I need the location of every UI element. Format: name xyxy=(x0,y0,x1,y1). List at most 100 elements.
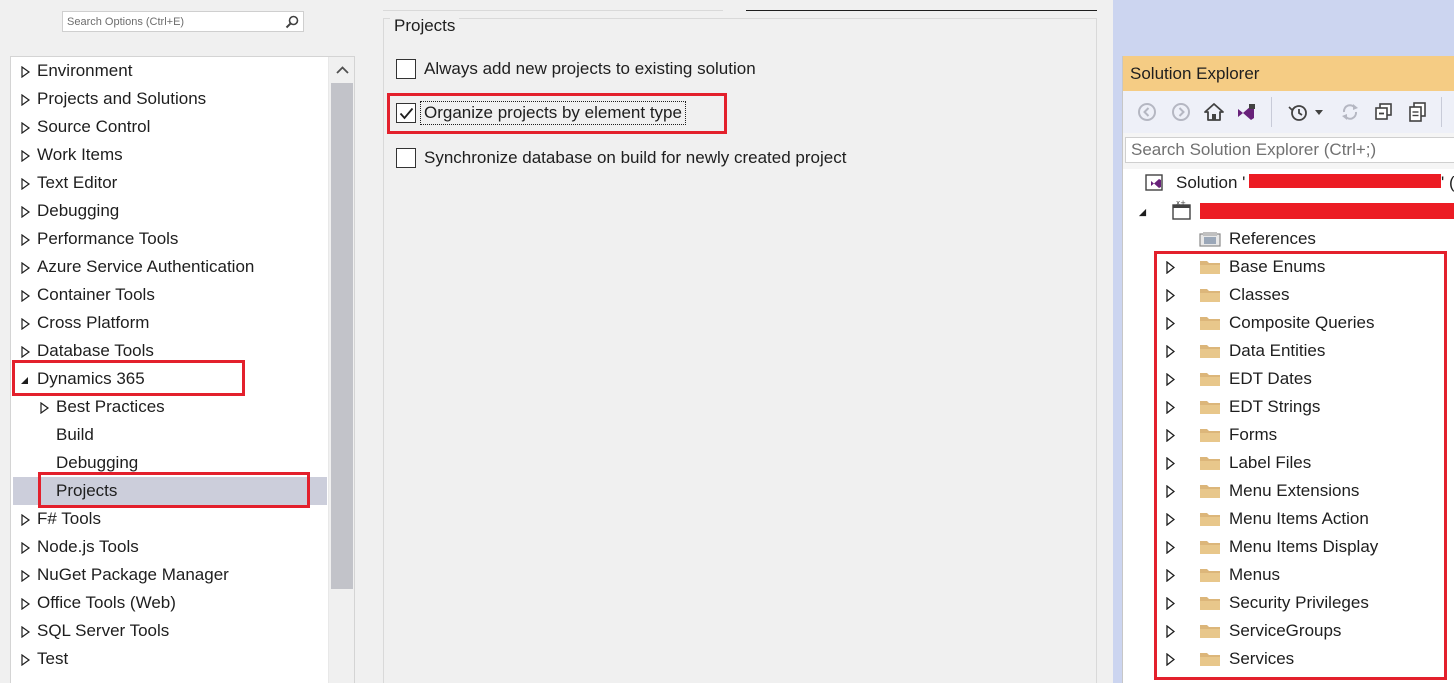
folder-node[interactable]: ServiceGroups xyxy=(1123,617,1454,645)
collapsed-arrow-icon[interactable] xyxy=(1166,373,1175,386)
folder-node[interactable]: Forms xyxy=(1123,421,1454,449)
options-tree-item[interactable]: Projects xyxy=(13,477,327,505)
scroll-thumb[interactable] xyxy=(331,83,353,589)
solution-label-suffix: ' ( xyxy=(1441,173,1454,192)
options-tree-item[interactable]: Build xyxy=(13,421,327,449)
collapsed-arrow-icon[interactable] xyxy=(21,598,31,610)
options-tree-item[interactable]: Performance Tools xyxy=(13,225,327,253)
folder-node[interactable]: Label Files xyxy=(1123,449,1454,477)
collapsed-arrow-icon[interactable] xyxy=(1166,625,1175,638)
home-icon[interactable] xyxy=(1203,101,1225,123)
options-search-box[interactable] xyxy=(62,11,304,32)
options-tree-item[interactable]: Node.js Tools xyxy=(13,533,327,561)
options-tree-item[interactable]: Debugging xyxy=(13,449,327,477)
options-tree-item[interactable]: Text Editor xyxy=(13,169,327,197)
options-tree-scrollbar[interactable] xyxy=(328,57,354,683)
folder-icon xyxy=(1200,261,1220,274)
project-node[interactable]: x+ xyxy=(1123,197,1454,225)
collapsed-arrow-icon[interactable] xyxy=(21,122,31,134)
options-tree-item[interactable]: Projects and Solutions xyxy=(13,85,327,113)
collapsed-arrow-icon[interactable] xyxy=(21,570,31,582)
copy-icon[interactable] xyxy=(1407,101,1429,123)
collapsed-arrow-icon[interactable] xyxy=(1166,345,1175,358)
solution-explorer-search-input[interactable] xyxy=(1126,138,1454,162)
collapsed-arrow-icon[interactable] xyxy=(21,654,31,666)
folder-node[interactable]: Menu Items Display xyxy=(1123,533,1454,561)
collapsed-arrow-icon[interactable] xyxy=(1166,653,1175,666)
collapsed-arrow-icon[interactable] xyxy=(1166,513,1175,526)
collapsed-arrow-icon[interactable] xyxy=(1166,485,1175,498)
options-tree-item[interactable]: Azure Service Authentication xyxy=(13,253,327,281)
options-tree-item[interactable]: Database Tools xyxy=(13,337,327,365)
pending-changes-filter-icon[interactable] xyxy=(1287,101,1309,123)
collapsed-arrow-icon[interactable] xyxy=(1166,569,1175,582)
references-node[interactable]: References xyxy=(1123,225,1454,253)
folder-node[interactable]: Composite Queries xyxy=(1123,309,1454,337)
folder-node[interactable]: Data Entities xyxy=(1123,337,1454,365)
solution-explorer-search[interactable] xyxy=(1125,137,1454,163)
checkbox-checked[interactable] xyxy=(396,103,416,123)
collapsed-arrow-icon[interactable] xyxy=(21,262,31,274)
options-search-input[interactable] xyxy=(63,12,283,31)
collapsed-arrow-icon[interactable] xyxy=(21,626,31,638)
collapsed-arrow-icon[interactable] xyxy=(21,290,31,302)
solution-node[interactable]: Solution ' ' ( xyxy=(1123,169,1454,197)
options-tree-item[interactable]: Test xyxy=(13,645,327,673)
collapsed-arrow-icon[interactable] xyxy=(1166,541,1175,554)
folder-node[interactable]: Menu Items Action xyxy=(1123,505,1454,533)
collapsed-arrow-icon[interactable] xyxy=(21,542,31,554)
folder-node[interactable]: EDT Dates xyxy=(1123,365,1454,393)
options-tree-item[interactable]: Cross Platform xyxy=(13,309,327,337)
folder-node[interactable]: Menus xyxy=(1123,561,1454,589)
collapsed-arrow-icon[interactable] xyxy=(21,346,31,358)
options-tree-item[interactable]: Debugging xyxy=(13,197,327,225)
collapsed-arrow-icon[interactable] xyxy=(21,234,31,246)
sync-icon[interactable] xyxy=(1339,101,1361,123)
collapsed-arrow-icon[interactable] xyxy=(21,206,31,218)
dropdown-arrow-icon[interactable] xyxy=(1313,101,1325,123)
solution-explorer-title[interactable]: Solution Explorer xyxy=(1123,56,1454,91)
collapsed-arrow-icon[interactable] xyxy=(1166,457,1175,470)
options-tree-item[interactable]: Dynamics 365 xyxy=(13,365,327,393)
checkbox[interactable] xyxy=(396,59,416,79)
collapsed-arrow-icon[interactable] xyxy=(40,402,50,414)
collapsed-arrow-icon[interactable] xyxy=(21,66,31,78)
options-tree-item[interactable]: Office Tools (Web) xyxy=(13,589,327,617)
options-tree-item[interactable]: NuGet Package Manager xyxy=(13,561,327,589)
folder-label: Forms xyxy=(1229,425,1278,444)
folder-node[interactable]: Menu Extensions xyxy=(1123,477,1454,505)
collapsed-arrow-icon[interactable] xyxy=(1166,401,1175,414)
options-tree-item[interactable]: Work Items xyxy=(13,141,327,169)
folder-node[interactable]: EDT Strings xyxy=(1123,393,1454,421)
collapse-all-icon[interactable] xyxy=(1373,101,1395,123)
forward-icon[interactable] xyxy=(1170,101,1192,123)
collapsed-arrow-icon[interactable] xyxy=(1166,429,1175,442)
checkbox[interactable] xyxy=(396,148,416,168)
options-tree-item[interactable]: Container Tools xyxy=(13,281,327,309)
collapsed-arrow-icon[interactable] xyxy=(21,150,31,162)
collapsed-arrow-icon[interactable] xyxy=(21,514,31,526)
vs-switch-views-icon[interactable] xyxy=(1235,101,1257,123)
collapsed-arrow-icon[interactable] xyxy=(1166,261,1175,274)
folder-node[interactable]: Classes xyxy=(1123,281,1454,309)
redacted-project-name xyxy=(1200,203,1454,219)
search-icon[interactable] xyxy=(284,14,300,30)
folder-node[interactable]: Services xyxy=(1123,645,1454,673)
options-tree-item[interactable]: SQL Server Tools xyxy=(13,617,327,645)
scroll-up-icon[interactable] xyxy=(336,66,349,74)
collapsed-arrow-icon[interactable] xyxy=(21,318,31,330)
collapsed-arrow-icon[interactable] xyxy=(1166,289,1175,302)
expanded-arrow-icon[interactable] xyxy=(1138,206,1147,219)
expanded-arrow-icon[interactable] xyxy=(21,377,29,385)
collapsed-arrow-icon[interactable] xyxy=(1166,317,1175,330)
options-tree-item[interactable]: F# Tools xyxy=(13,505,327,533)
folder-node[interactable]: Base Enums xyxy=(1123,253,1454,281)
collapsed-arrow-icon[interactable] xyxy=(21,178,31,190)
options-tree-item[interactable]: Best Practices xyxy=(13,393,327,421)
options-tree-item[interactable]: Environment xyxy=(13,57,327,85)
back-icon[interactable] xyxy=(1136,101,1158,123)
collapsed-arrow-icon[interactable] xyxy=(1166,597,1175,610)
options-tree-item[interactable]: Source Control xyxy=(13,113,327,141)
folder-node[interactable]: Security Privileges xyxy=(1123,589,1454,617)
collapsed-arrow-icon[interactable] xyxy=(21,94,31,106)
